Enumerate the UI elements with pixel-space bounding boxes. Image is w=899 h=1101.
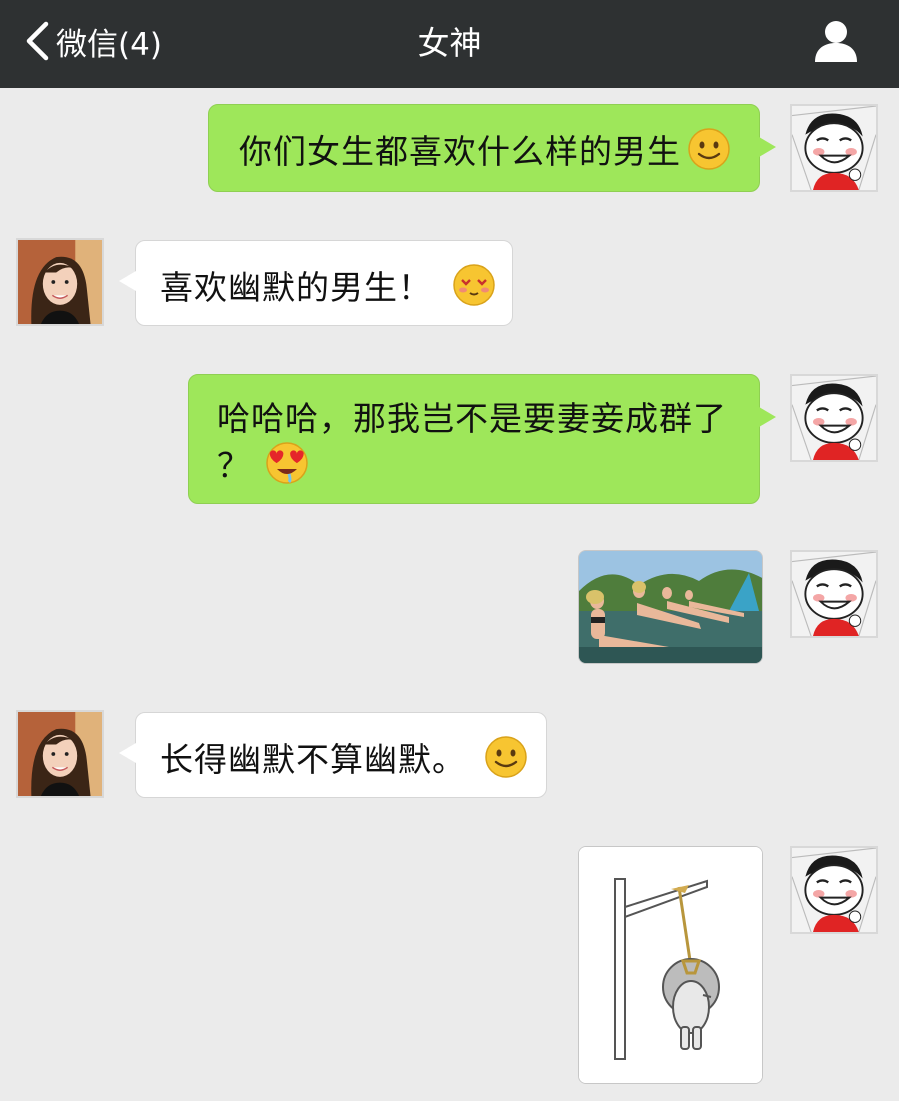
cartoon-avatar-icon xyxy=(792,552,876,636)
my-avatar[interactable] xyxy=(790,550,878,638)
message-bubble-incoming[interactable]: 喜欢幽默的男生！ xyxy=(119,240,513,326)
sticker-message[interactable] xyxy=(578,846,763,1084)
my-avatar[interactable] xyxy=(790,374,878,462)
message-text-line: 哈哈哈，那我岂不是要妻妾成群了 xyxy=(217,399,727,438)
person-icon xyxy=(815,21,857,62)
contact-avatar[interactable] xyxy=(16,238,104,326)
heart-eyes-drool-emoji-icon xyxy=(265,441,309,485)
cartoon-avatar-icon xyxy=(792,848,876,932)
message-bubble-outgoing[interactable]: 你们女生都喜欢什么样的男生 xyxy=(208,104,776,192)
my-avatar[interactable] xyxy=(790,846,878,934)
message-text-line: ？ xyxy=(217,446,251,485)
chat-title: 女神 xyxy=(417,24,482,62)
top-bar: 微信(4) 女神 xyxy=(0,0,899,88)
contact-info-button[interactable] xyxy=(813,18,859,64)
hanging-cartoon-sticker-image xyxy=(579,847,762,1083)
message-text: 喜欢幽默的男生！ xyxy=(160,268,432,307)
photo-women-lounge-chairs-image xyxy=(579,551,762,663)
shy-heart-eyes-emoji-icon xyxy=(452,263,496,307)
message-text: 长得幽默不算幽默。 xyxy=(160,740,466,779)
message-bubble-incoming[interactable]: 长得幽默不算幽默。 xyxy=(119,712,547,798)
woman-avatar-icon xyxy=(18,712,102,796)
message-bubble-outgoing[interactable]: 哈哈哈，那我岂不是要妻妾成群了 ？ xyxy=(188,374,776,504)
contact-avatar[interactable] xyxy=(16,710,104,798)
message-text: 你们女生都喜欢什么样的男生 xyxy=(239,132,681,171)
smile-emoji-icon xyxy=(484,735,528,779)
smile-emoji-icon xyxy=(687,127,731,171)
woman-avatar-icon xyxy=(18,240,102,324)
cartoon-avatar-icon xyxy=(792,376,876,460)
photo-message[interactable] xyxy=(578,550,763,664)
cartoon-avatar-icon xyxy=(792,106,876,190)
my-avatar[interactable] xyxy=(790,104,878,192)
